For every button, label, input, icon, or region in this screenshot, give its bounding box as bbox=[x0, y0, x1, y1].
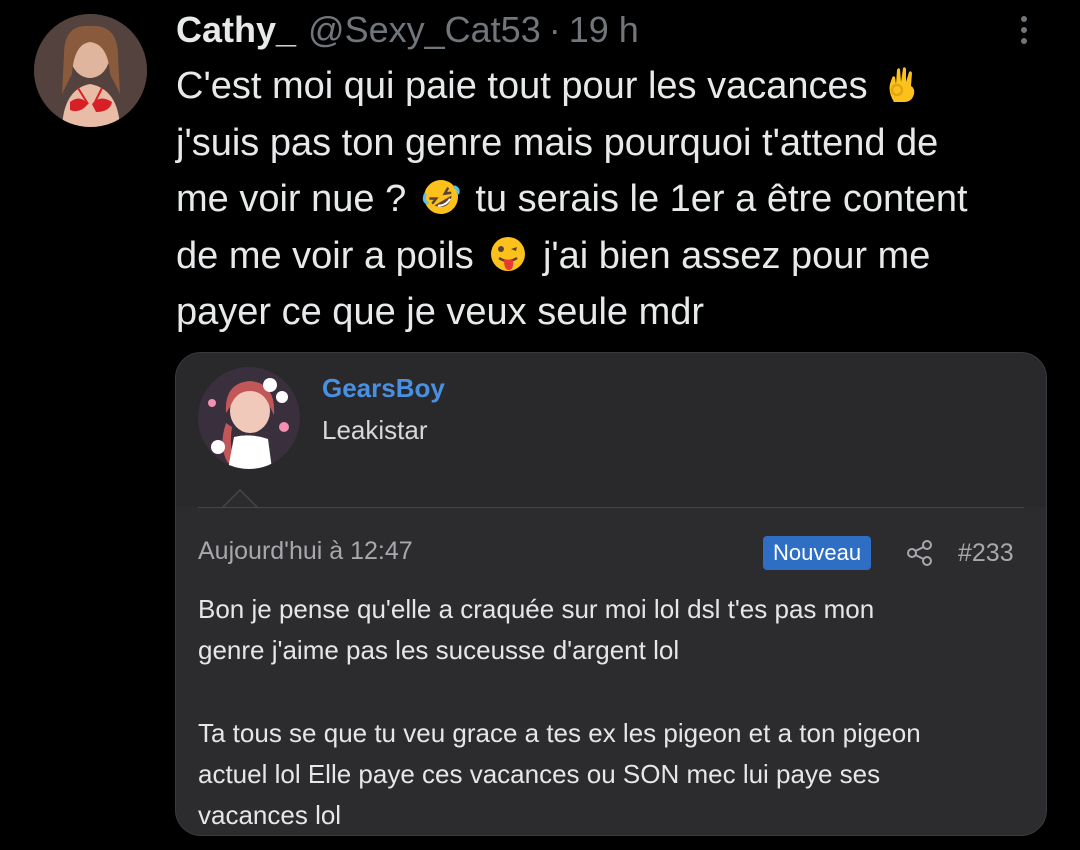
post-body-line: genre j'aime pas les suceusse d'argent l… bbox=[198, 635, 680, 665]
post-body: Bon je pense qu'elle a craquée sur moi l… bbox=[198, 589, 1028, 835]
more-options-icon[interactable] bbox=[1010, 8, 1038, 52]
tweet-text: C'est moi qui paie tout pour les vacance… bbox=[176, 58, 1056, 341]
forum-user-avatar bbox=[198, 367, 300, 469]
tweet-header: Cathy_ @Sexy_Cat53 · 19 h bbox=[176, 8, 639, 52]
tweet-line: j'suis pas ton genre mais pourquoi t'att… bbox=[176, 121, 939, 164]
ok-hand-emoji bbox=[889, 67, 915, 102]
card-pointer-arrow bbox=[222, 489, 258, 509]
tweet-line: C'est moi qui paie tout pour les vacance… bbox=[176, 58, 1056, 115]
tweet-timestamp[interactable]: 19 h bbox=[569, 9, 639, 51]
tweet-line: de me voir a poils j'ai bien assez pour … bbox=[176, 234, 931, 277]
new-badge: Nouveau bbox=[763, 536, 872, 570]
post-number: #233 bbox=[958, 539, 1014, 567]
post-body-line: vacances lol bbox=[198, 800, 342, 830]
forum-user-role: Leakistar bbox=[322, 415, 428, 445]
tweet-line: me voir nue ? tu serais le 1er a être co… bbox=[176, 171, 1056, 228]
post-body-line: Bon je pense qu'elle a craquée sur moi l… bbox=[198, 594, 875, 624]
rolling-laughing-emoji bbox=[422, 180, 460, 214]
tweet-line: payer ce que je veux seule mdr bbox=[176, 291, 705, 333]
author-avatar[interactable] bbox=[34, 14, 147, 127]
embedded-image-card[interactable]: GearsBoy Leakistar Aujourd'hui à 12:47 N… bbox=[175, 352, 1047, 836]
author-handle[interactable]: @Sexy_Cat53 bbox=[308, 9, 541, 51]
card-divider bbox=[198, 507, 1024, 508]
post-body-line: actuel lol Elle paye ces vacances ou SON… bbox=[198, 759, 881, 789]
forum-username: GearsBoy bbox=[322, 373, 445, 403]
header-separator: · bbox=[548, 9, 561, 50]
winking-tongue-emoji bbox=[491, 236, 526, 271]
author-display-name[interactable]: Cathy_ bbox=[176, 9, 296, 51]
share-icon bbox=[907, 540, 932, 566]
post-date: Aujourd'hui à 12:47 bbox=[198, 537, 413, 565]
card-user-section bbox=[176, 353, 1046, 507]
post-body-line: Ta tous se que tu veu grace a tes ex les… bbox=[198, 718, 921, 748]
tweet: Cathy_ @Sexy_Cat53 · 19 h C'est moi qui … bbox=[0, 0, 1080, 850]
